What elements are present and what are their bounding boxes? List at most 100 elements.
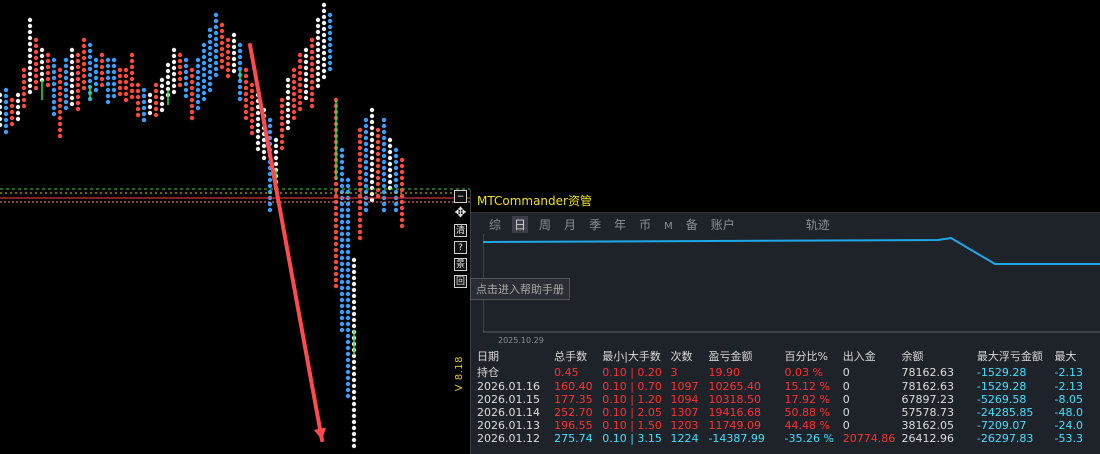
price-dot (177, 64, 183, 70)
price-dot (33, 37, 39, 43)
price-dot (213, 30, 219, 36)
price-dot (195, 99, 201, 105)
price-dot (171, 83, 177, 89)
price-dot (111, 75, 117, 81)
clear-button[interactable]: 清 (454, 224, 467, 237)
cell-profit-loss: 10318.50 (708, 393, 761, 406)
cell-min-max: 0.10 | 3.15 (602, 432, 662, 445)
price-dot (345, 321, 351, 327)
price-dot (363, 129, 369, 135)
price-dot (285, 83, 291, 89)
price-dot (315, 23, 321, 29)
price-dot (225, 49, 231, 55)
price-dot (297, 70, 303, 76)
restore-button[interactable]: 回 (454, 275, 467, 288)
price-dot (357, 157, 363, 163)
col-profit-loss[interactable]: 盈亏金额 (708, 348, 784, 364)
price-dot (183, 57, 189, 63)
price-dot (213, 12, 219, 18)
col-total-lots[interactable]: 总手数 (554, 348, 602, 364)
col-count[interactable]: 次数 (670, 348, 708, 364)
price-dot (63, 87, 69, 93)
price-dot (159, 101, 165, 107)
price-dot (327, 48, 333, 54)
price-dot (255, 122, 261, 128)
col-percent[interactable]: 百分比% (785, 348, 843, 364)
price-dot (177, 58, 183, 64)
price-dot (249, 130, 255, 136)
tab-trajectory[interactable]: 轨迹 (804, 216, 832, 233)
price-dot (351, 413, 357, 419)
tab-summary[interactable]: 综 (487, 216, 503, 233)
price-dot (207, 87, 213, 93)
table-row[interactable]: 2026.01.13 196.55 0.10 | 1.50 1203 11749.09 4… (477, 419, 1100, 432)
cell-min-max: 0.10 | 2.05 (602, 406, 662, 419)
price-dot (51, 111, 57, 117)
price-dot (141, 111, 147, 117)
tab-currency[interactable]: 币 (637, 216, 653, 233)
table-row[interactable]: 2026.01.14 252.70 0.10 | 2.05 1307 19416.68 5… (477, 406, 1100, 419)
price-dot (339, 279, 345, 285)
price-dot (339, 225, 345, 231)
table-row[interactable]: 2026.01.15 177.35 0.10 | 1.20 1094 10318.50 1… (477, 393, 1100, 406)
price-dot (351, 371, 357, 377)
price-dot (309, 55, 315, 61)
view-button[interactable]: 景 (454, 258, 467, 271)
price-dot (243, 79, 249, 85)
tab-backup[interactable]: 备 (684, 216, 700, 233)
price-dot (3, 117, 9, 123)
price-dot (45, 76, 51, 82)
tab-year[interactable]: 年 (612, 216, 628, 233)
price-dot (63, 105, 69, 111)
cell-date: 持仓 (477, 366, 499, 379)
col-date[interactable]: 日期 (477, 348, 554, 364)
col-min-max-lots[interactable]: 最小|大手数 (602, 348, 670, 364)
price-dot (39, 65, 45, 71)
price-dot (387, 137, 393, 143)
price-dot (309, 37, 315, 43)
tab-m[interactable]: M (662, 221, 675, 232)
move-handle-icon[interactable]: ✥ (454, 206, 467, 220)
price-dot (357, 229, 363, 235)
table-header: 日期 总手数 最小|大手数 次数 盈亏金额 百分比% 出入金 余额 最大浮亏金额… (477, 348, 1100, 364)
col-max-float-loss[interactable]: 最大浮亏金额 (977, 348, 1055, 364)
minimize-button[interactable]: − (454, 190, 467, 203)
price-dot (141, 93, 147, 99)
price-dot (39, 71, 45, 77)
price-dot (87, 78, 93, 84)
price-dot (327, 36, 333, 42)
price-dot (165, 68, 171, 74)
price-dot (339, 207, 345, 213)
col-max[interactable]: 最大 (1055, 348, 1100, 364)
cell-profit-loss: 19.90 (708, 365, 740, 379)
price-dot (39, 59, 45, 65)
tab-week[interactable]: 周 (537, 216, 553, 233)
price-dot (375, 139, 381, 145)
price-dot (219, 28, 225, 34)
tab-day[interactable]: 日 (512, 216, 529, 233)
price-dot (309, 103, 315, 109)
tab-month[interactable]: 月 (562, 216, 578, 233)
price-dot (315, 17, 321, 23)
price-dot (237, 84, 243, 90)
price-dot (375, 127, 381, 133)
tab-quarter[interactable]: 季 (587, 216, 603, 233)
tab-account[interactable]: 账户 (709, 216, 737, 233)
table-row[interactable]: 持仓 0.45 0.10 | 0.20 3 19.90 0.03 % 0 78162.63 -1… (477, 364, 1100, 380)
price-dot (327, 12, 333, 18)
price-dot (27, 23, 33, 29)
table-row[interactable]: 2026.01.16 160.40 0.10 | 0.70 1097 10265.40 1… (477, 380, 1100, 393)
table-row[interactable]: 2026.01.12 275.74 0.10 | 3.15 1224 -14387.99… (477, 432, 1100, 445)
price-dot (393, 177, 399, 183)
cell-count: 1097 (670, 380, 699, 393)
cell-balance: 78162.63 (901, 380, 954, 393)
price-dot (27, 71, 33, 77)
cell-deposit-withdraw: 0 (842, 365, 850, 379)
col-deposit-withdraw[interactable]: 出入金 (843, 348, 902, 364)
col-balance[interactable]: 余额 (901, 348, 976, 364)
price-dot (39, 53, 45, 59)
price-dot (117, 85, 123, 91)
price-dot (189, 67, 195, 73)
help-button[interactable]: ? (454, 241, 467, 254)
price-dot (69, 89, 75, 95)
